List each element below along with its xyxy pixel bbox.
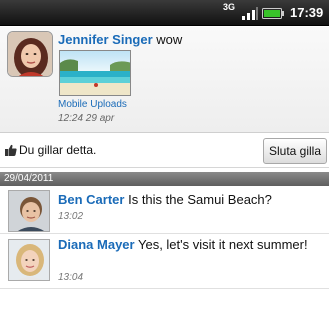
comment-text: Yes, let's visit it next summer! [137, 237, 308, 252]
comment-item[interactable]: Diana Mayer Yes, let's visit it next sum… [0, 234, 329, 286]
comment-timestamp: 13:02 [58, 211, 84, 222]
comment-item[interactable]: Ben Carter Is this the Samui Beach? 13:0… [0, 186, 329, 234]
comment-author-link[interactable]: Ben Carter [58, 192, 124, 207]
network-3g-icon: 3G [222, 3, 236, 21]
post-timestamp: 12:24 29 apr [58, 113, 115, 124]
battery-icon [262, 8, 284, 19]
comment-text: Is this the Samui Beach? [128, 192, 272, 207]
like-status: Du gillar detta. [5, 143, 96, 157]
post-header: Jennifer Singer wow [58, 32, 182, 48]
comment-timestamp: 13:04 [58, 272, 84, 283]
avatar-jennifer-singer[interactable] [7, 31, 53, 77]
like-row: Du gillar detta. Sluta gilla [0, 134, 329, 168]
comment-body: Diana Mayer Yes, let's visit it next sum… [58, 237, 322, 253]
signal-strength-icon [242, 7, 258, 20]
network-type: 3G [222, 2, 235, 12]
comment-divider [0, 288, 329, 289]
clock: 17:39 [290, 5, 324, 20]
avatar-ben-carter[interactable] [8, 190, 50, 232]
unlike-button[interactable]: Sluta gilla [263, 138, 327, 164]
avatar-diana-mayer[interactable] [8, 239, 50, 281]
post-photo-thumbnail[interactable] [59, 50, 131, 96]
post-author-link[interactable]: Jennifer Singer [58, 32, 153, 47]
status-bar: 3G 17:39 [0, 0, 329, 26]
comment-author-link[interactable]: Diana Mayer [58, 237, 135, 252]
post-message: wow [156, 32, 183, 47]
comments-list: Ben Carter Is this the Samui Beach? 13:0… [0, 186, 329, 324]
thumbs-up-icon [5, 144, 17, 156]
album-link[interactable]: Mobile Uploads [58, 99, 127, 110]
comment-body: Ben Carter Is this the Samui Beach? [58, 192, 322, 208]
like-text: Du gillar detta. [19, 143, 97, 157]
post-card: Jennifer Singer wow Mobile Uploads 12:24… [0, 27, 329, 133]
date-divider: 29/04/2011 [0, 172, 329, 186]
